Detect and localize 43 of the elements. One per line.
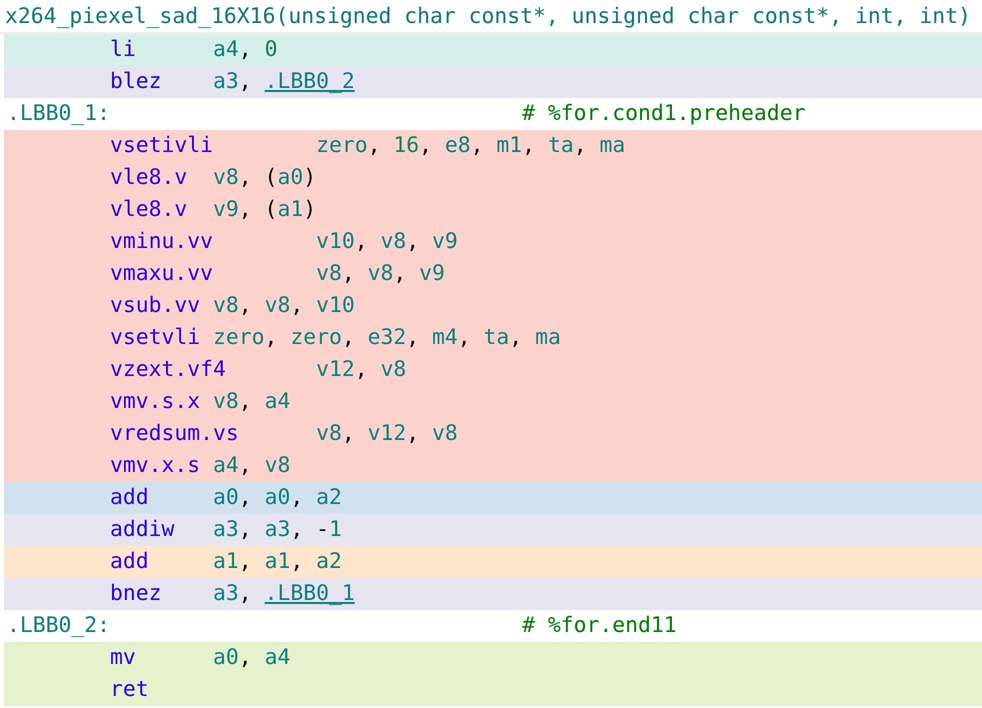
operand-text: a3, (213, 68, 253, 96)
instruction-mnemonic: vmv.x.s (110, 452, 202, 480)
operand-text: a3, (213, 580, 253, 608)
operand-text: zero, 16, e8, m1, ta, ma (316, 132, 626, 160)
instruction-mnemonic: vle8.v (110, 196, 188, 224)
instruction-mnemonic: vminu.vv (110, 228, 214, 256)
operand-text: a0, a0, a2 (213, 484, 342, 512)
operand-text: a1, a1, a2 (213, 548, 342, 576)
operand-text: a3, a3, -1 (213, 516, 342, 544)
operand-text: v10, v8, v9 (316, 228, 458, 256)
instruction-mnemonic: vredsum.vs (110, 420, 240, 448)
operand-text: v8, a4 (213, 388, 290, 416)
instruction-mnemonic: blez (110, 68, 163, 96)
label-link[interactable]: .LBB0_1 (264, 578, 355, 610)
instruction-mnemonic: ret (110, 676, 150, 704)
instruction-mnemonic: vle8.v (110, 164, 188, 192)
instruction-mnemonic: vzext.vf4 (110, 356, 227, 384)
code-label: .LBB0_1: (7, 100, 112, 128)
instruction-mnemonic: mv (110, 644, 137, 672)
instruction-mnemonic: add (110, 484, 150, 512)
instruction-mnemonic: addiw (110, 516, 176, 544)
instruction-mnemonic: bnez (110, 580, 163, 608)
code-label: .LBB0_2: (7, 612, 112, 640)
operand-text: v8, v12, v8 (316, 420, 458, 448)
operand-text: a4, v8 (213, 452, 290, 480)
instruction-mnemonic: li (110, 36, 137, 64)
instruction-mnemonic: vsetivli (110, 132, 214, 160)
instruction-mnemonic: add (110, 548, 150, 576)
operand-text: v9, (a1) (213, 196, 316, 224)
operand-text: v8, v8, v9 (316, 260, 445, 288)
operand-text: v12, v8 (316, 356, 406, 384)
operand-text: zero, zero, e32, m4, ta, ma (213, 324, 561, 352)
code-comment: # %for.cond1.preheader (522, 100, 806, 128)
label-link[interactable]: .LBB0_2 (264, 66, 355, 98)
code-comment: # %for.end11 (522, 612, 677, 640)
instruction-mnemonic: vmaxu.vv (110, 260, 214, 288)
operand-text: a4, 0 (213, 36, 278, 64)
operand-text: v8, (a0) (213, 164, 316, 192)
instruction-mnemonic: vsetvli (110, 324, 202, 352)
operand-text: v8, v8, v10 (213, 292, 355, 320)
operand-text: a0, a4 (213, 644, 290, 672)
instruction-mnemonic: vmv.s.x (110, 388, 202, 416)
instruction-mnemonic: vsub.vv (110, 292, 202, 320)
